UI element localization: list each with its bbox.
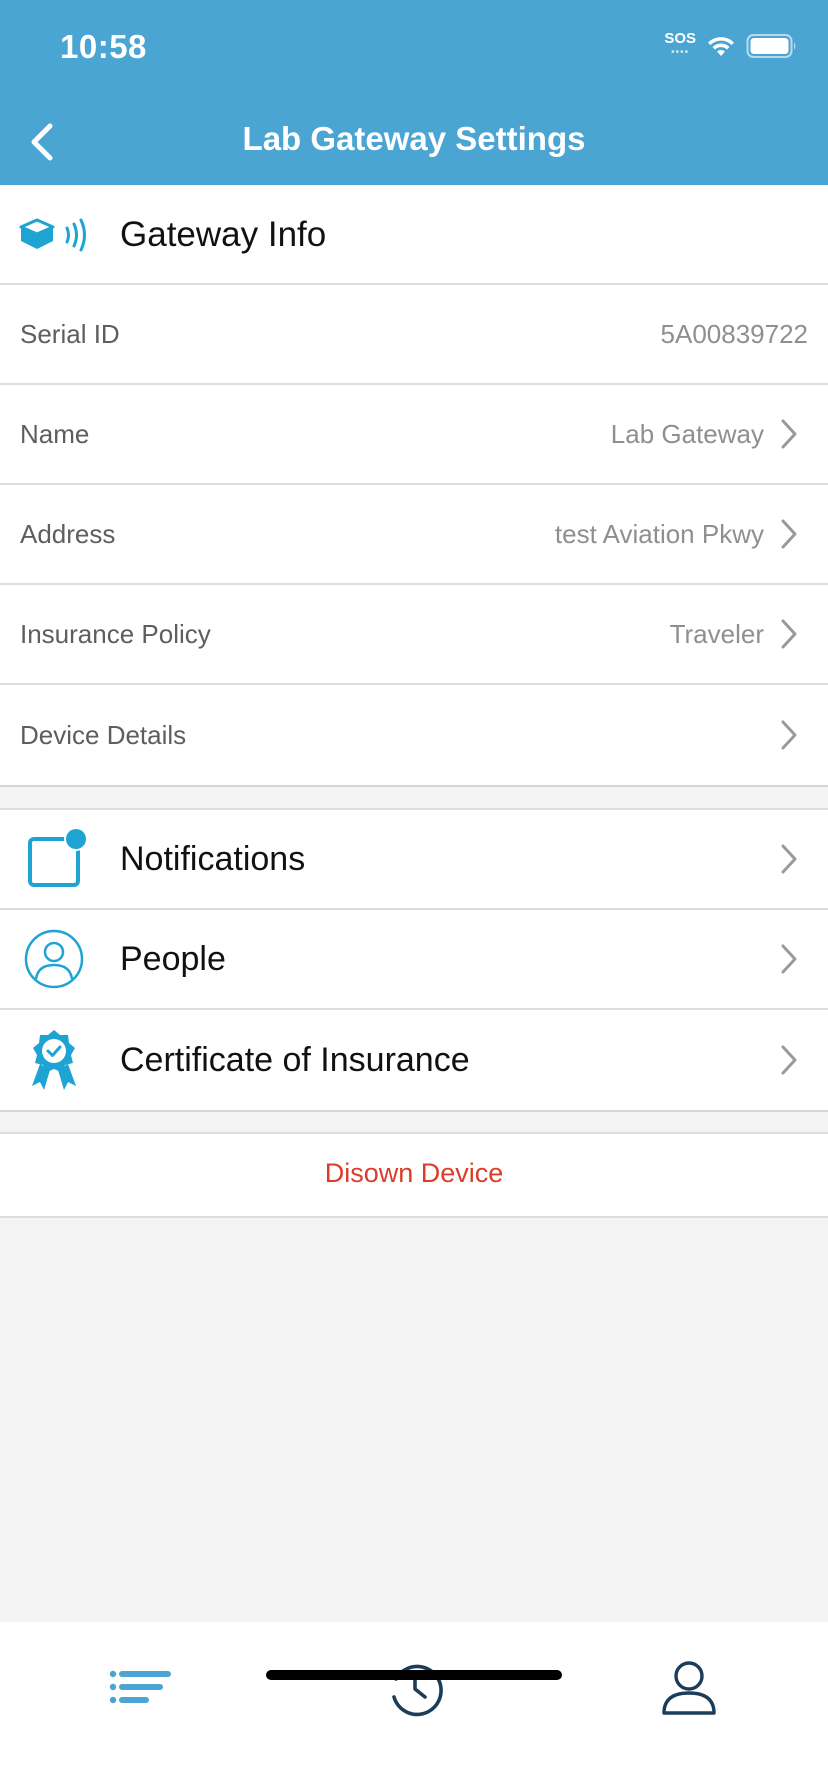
serial-id-value: 5A00839722	[660, 318, 808, 349]
name-value: Lab Gateway	[610, 418, 764, 449]
menu-section: Notifications People Certificate of Insu…	[0, 808, 828, 1112]
name-row[interactable]: Name Lab Gateway	[0, 385, 828, 485]
address-row[interactable]: Address test Aviation Pkwy	[0, 485, 828, 585]
serial-id-label: Serial ID	[20, 318, 120, 349]
app-header: 10:58 SOS •••• Lab Gateway Settings	[0, 0, 828, 185]
status-icons: SOS ••••	[664, 30, 798, 60]
insurance-policy-row[interactable]: Insurance Policy Traveler	[0, 585, 828, 685]
status-time: 10:58	[60, 28, 147, 65]
battery-icon	[746, 34, 796, 58]
chevron-right-icon	[781, 844, 797, 874]
sos-indicator: SOS ••••	[664, 30, 696, 58]
list-icon[interactable]	[104, 1657, 174, 1717]
disown-section: Disown Device	[0, 1132, 828, 1218]
gateway-info-section: Gateway Info Serial ID 5A00839722 Name L…	[0, 185, 828, 787]
award-ribbon-icon	[32, 1030, 76, 1090]
gateway-signal-icon	[19, 218, 86, 252]
history-icon[interactable]	[379, 1657, 449, 1717]
chevron-right-icon	[781, 419, 797, 449]
menu-item-label: Certificate of Insurance	[120, 1040, 470, 1079]
notification-icon	[28, 827, 88, 887]
menu-item-label: Notifications	[120, 839, 306, 878]
address-value: test Aviation Pkwy	[554, 518, 764, 549]
name-label: Name	[20, 418, 90, 449]
chevron-right-icon	[781, 720, 797, 750]
chevron-right-icon	[781, 619, 797, 649]
chevron-right-icon	[781, 519, 797, 549]
person-circle-icon	[24, 929, 84, 989]
profile-icon[interactable]	[654, 1657, 724, 1717]
serial-id-row: Serial ID 5A00839722	[0, 285, 828, 385]
chevron-right-icon	[781, 944, 797, 974]
insurance-policy-label: Insurance Policy	[20, 618, 211, 649]
menu-item-label: People	[120, 939, 226, 978]
device-details-label: Device Details	[20, 719, 187, 750]
wifi-icon	[708, 37, 734, 56]
device-details-row[interactable]: Device Details	[0, 685, 828, 785]
disown-device-button[interactable]: Disown Device	[0, 1158, 828, 1189]
menu-item-certificate-of-insurance[interactable]: Certificate of Insurance	[0, 1010, 828, 1110]
tab-bar	[0, 1622, 828, 1792]
menu-item-notifications[interactable]: Notifications	[0, 810, 828, 910]
gateway-info-header: Gateway Info	[0, 185, 828, 285]
menu-item-people[interactable]: People	[0, 910, 828, 1010]
insurance-policy-value: Traveler	[669, 618, 764, 649]
gateway-info-title: Gateway Info	[120, 215, 327, 254]
page-title: Lab Gateway Settings	[242, 120, 586, 157]
chevron-right-icon	[781, 1045, 797, 1075]
home-indicator	[266, 1670, 562, 1680]
address-label: Address	[20, 518, 116, 549]
